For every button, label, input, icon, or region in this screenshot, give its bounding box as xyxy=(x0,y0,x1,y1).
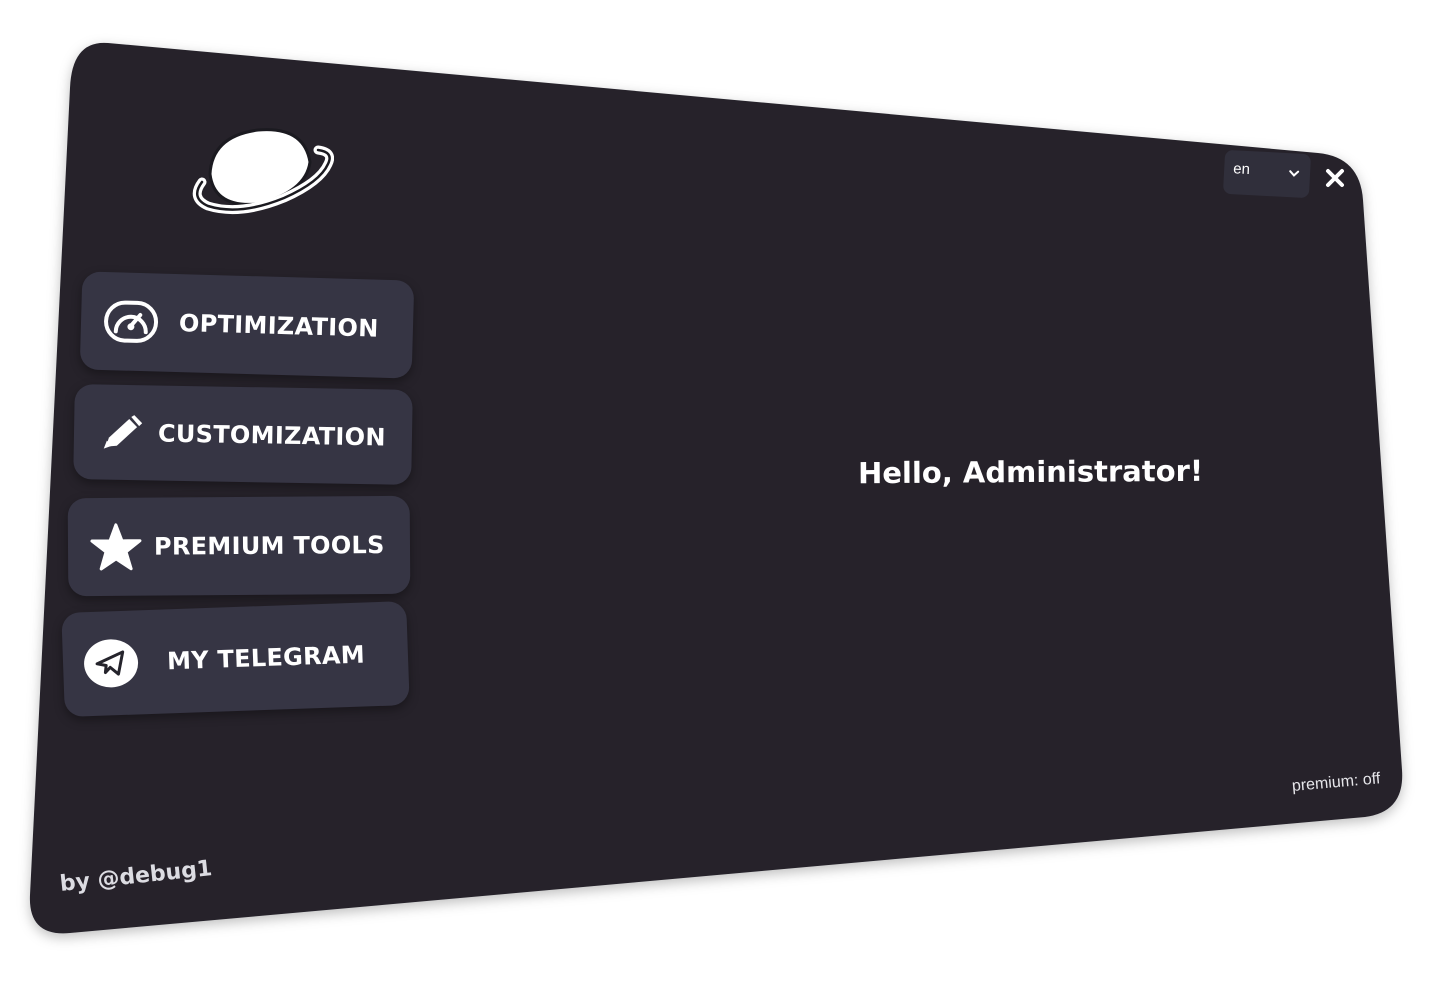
app-logo xyxy=(188,122,335,218)
chevron-down-icon xyxy=(1288,165,1301,183)
premium-tools-label: PREMIUM TOOLS xyxy=(153,530,385,561)
optimization-label: OPTIMIZATION xyxy=(178,309,379,343)
close-icon xyxy=(1326,169,1344,187)
close-button[interactable] xyxy=(1320,163,1350,193)
saturn-planet-icon xyxy=(192,128,335,215)
star-icon xyxy=(90,523,142,571)
language-select[interactable]: en xyxy=(1222,149,1312,199)
language-value: en xyxy=(1232,160,1251,179)
customization-button[interactable]: CUSTOMIZATION xyxy=(73,384,413,485)
my-telegram-button[interactable]: MY TELEGRAM xyxy=(61,601,410,717)
speedometer-icon xyxy=(102,299,159,345)
customization-label: CUSTOMIZATION xyxy=(157,419,387,451)
premium-tools-button[interactable]: PREMIUM TOOLS xyxy=(67,495,411,597)
pencil-icon xyxy=(102,414,143,451)
greeting-text: Hello, Administrator! xyxy=(857,453,1204,491)
telegram-icon xyxy=(82,637,140,689)
optimization-button[interactable]: OPTIMIZATION xyxy=(79,271,415,379)
my-telegram-label: MY TELEGRAM xyxy=(166,640,366,676)
